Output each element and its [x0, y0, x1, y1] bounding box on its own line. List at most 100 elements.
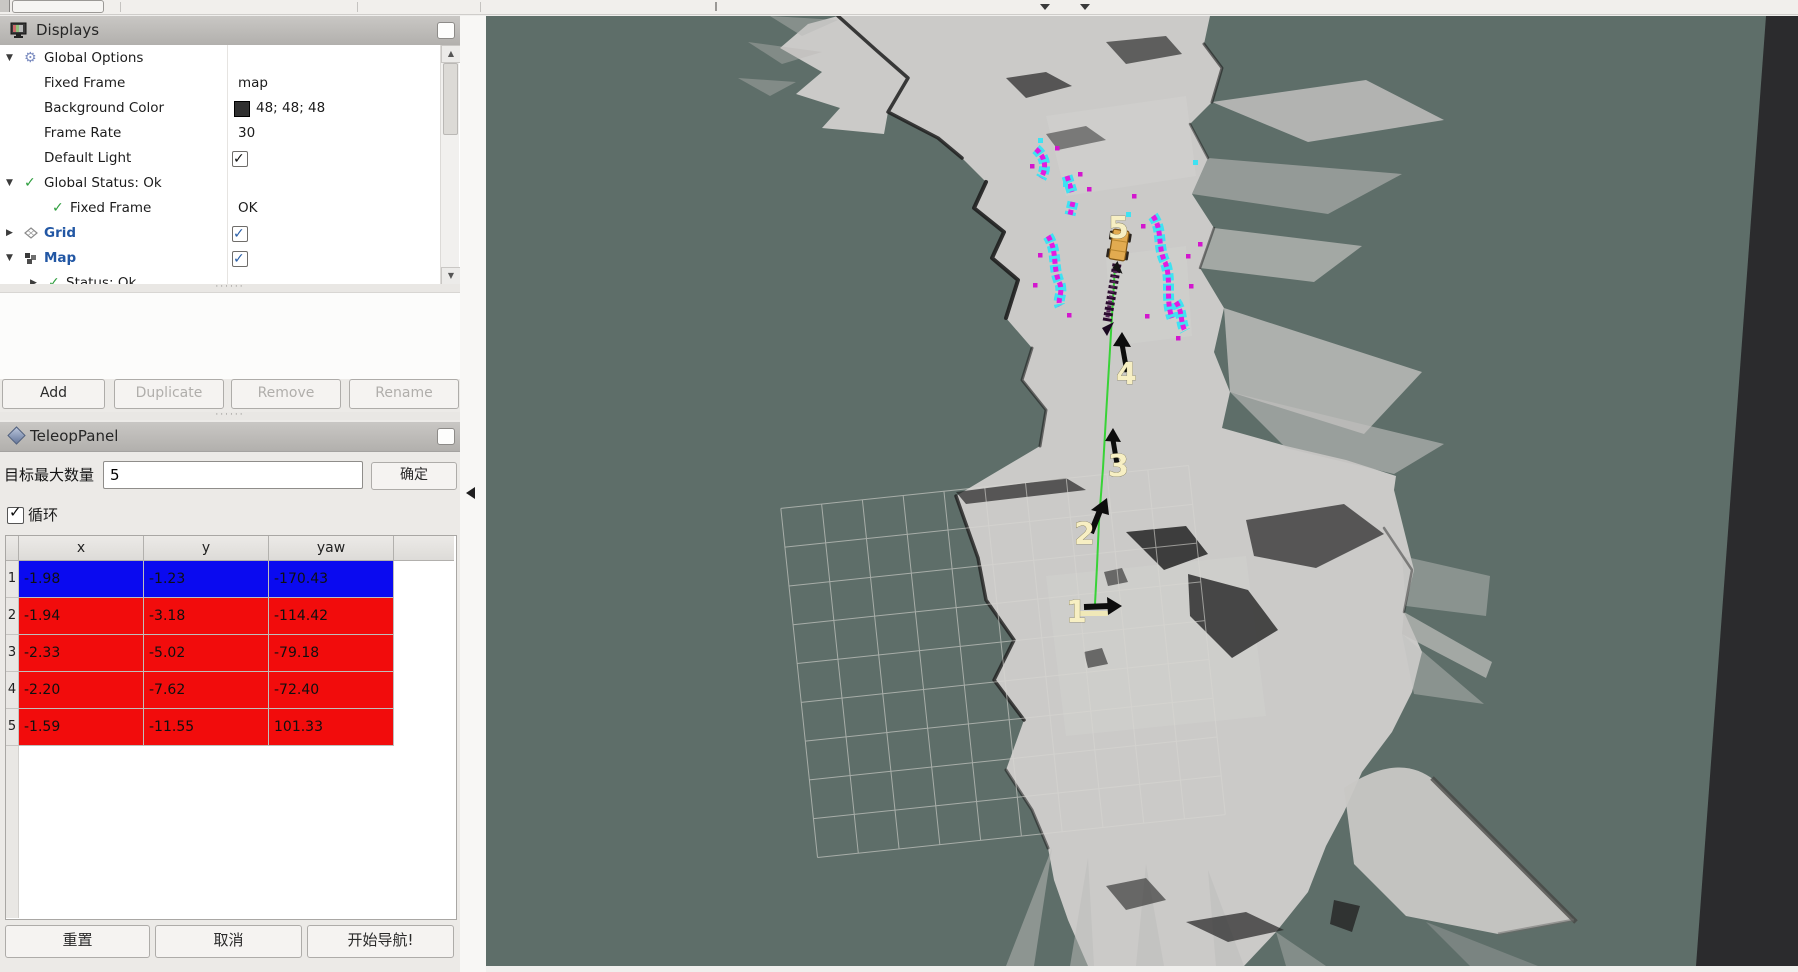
row-number[interactable]: 2 — [6, 598, 19, 635]
expand-arrow-icon[interactable]: ▼ — [6, 246, 13, 271]
gear-icon: ⚙ — [24, 46, 37, 71]
cell-yaw[interactable]: -170.43 — [269, 561, 394, 598]
loop-checkbox[interactable]: ✓ — [7, 507, 24, 524]
toolbar-separator — [480, 2, 481, 12]
tree-row-label: Frame Rate — [44, 121, 121, 146]
background-color-value[interactable]: 48; 48; 48 — [256, 96, 325, 121]
tree-row-global-options[interactable]: ▼ ⚙ Global Options — [0, 46, 440, 71]
horizontal-splitter[interactable]: ······ — [0, 284, 460, 292]
table-corner-header — [6, 536, 19, 561]
loop-label: 循环 — [28, 504, 58, 526]
table-header-yaw[interactable]: yaw — [269, 536, 394, 561]
cell-yaw[interactable]: -79.18 — [269, 635, 394, 672]
map-display-icon — [24, 252, 38, 265]
scroll-down-icon[interactable]: ▼ — [441, 267, 460, 284]
map-3d-view[interactable]: 5 4 3 2 1 — [486, 16, 1798, 966]
tree-scrollbar[interactable]: ▲ ▼ — [440, 45, 459, 284]
tree-row-map[interactable]: ▼ Map ✓ — [0, 246, 440, 271]
add-button[interactable]: Add — [2, 379, 105, 409]
default-light-checkbox[interactable]: ✓ — [232, 151, 248, 167]
cell-y[interactable]: -1.23 — [144, 561, 269, 598]
toolbar-dropdown-caret[interactable] — [1040, 4, 1050, 10]
cancel-button[interactable]: 取消 — [155, 925, 302, 958]
waypoint-table[interactable]: x y yaw 1 -1.98 -1.23 -170.43 2 -1.94 -3… — [5, 535, 457, 920]
horizontal-splitter[interactable]: ······ — [0, 412, 460, 420]
table-header-x[interactable]: x — [19, 536, 144, 561]
row-number[interactable]: 3 — [6, 635, 19, 672]
scroll-up-icon[interactable]: ▲ — [441, 45, 460, 63]
max-goals-label: 目标最大数量 — [4, 460, 94, 490]
tree-row-frame-rate[interactable]: Frame Rate 30 — [0, 121, 440, 146]
cell-x[interactable]: -2.33 — [19, 635, 144, 672]
toolbar-icon-fragment[interactable] — [0, 0, 10, 12]
tree-row-label: Default Light — [44, 146, 131, 171]
teleop-float-button[interactable] — [437, 428, 455, 445]
tree-row-background-color[interactable]: Background Color 48; 48; 48 — [0, 96, 440, 121]
cell-y[interactable]: -3.18 — [144, 598, 269, 635]
cell-x[interactable]: -2.20 — [19, 672, 144, 709]
cell-y[interactable]: -7.62 — [144, 672, 269, 709]
displays-panel-header[interactable]: Displays — [0, 16, 460, 46]
toolbar-widget-fragment — [715, 2, 717, 11]
status-ok-check-icon: ✓ — [24, 171, 36, 196]
confirm-button[interactable]: 确定 — [371, 462, 457, 490]
scrollbar-thumb[interactable] — [443, 63, 458, 135]
tree-row-grid[interactable]: ▶ Grid ✓ — [0, 221, 440, 246]
displays-panel-title: Displays — [36, 16, 99, 45]
toolbar-tool-button[interactable] — [12, 0, 104, 13]
row-number[interactable]: 1 — [6, 561, 19, 598]
duplicate-button[interactable]: Duplicate — [114, 379, 224, 409]
tree-row-label: Background Color — [44, 96, 164, 121]
cell-yaw[interactable]: -114.42 — [269, 598, 394, 635]
frame-rate-value[interactable]: 30 — [238, 121, 255, 146]
table-header-y[interactable]: y — [144, 536, 269, 561]
tree-row-default-light[interactable]: Default Light ✓ — [0, 146, 440, 171]
displays-monitor-icon — [10, 22, 28, 39]
tree-row-fixed-frame[interactable]: Fixed Frame map — [0, 71, 440, 96]
expand-arrow-icon[interactable]: ▼ — [6, 171, 13, 196]
tree-row-label: Map — [44, 246, 76, 271]
reset-button[interactable]: 重置 — [5, 925, 150, 958]
waypoint-label-1: 1 — [1066, 595, 1087, 630]
color-swatch[interactable] — [234, 101, 250, 117]
waypoint-label-4: 4 — [1116, 357, 1137, 392]
cell-y[interactable]: -5.02 — [144, 635, 269, 672]
status-ok-check-icon: ✓ — [48, 271, 60, 284]
rename-button[interactable]: Rename — [349, 379, 459, 409]
cell-x[interactable]: -1.98 — [19, 561, 144, 598]
remove-button[interactable]: Remove — [231, 379, 341, 409]
collapsed-arrow-icon[interactable]: ▶ — [30, 271, 37, 284]
fixed-frame-value[interactable]: map — [238, 71, 268, 96]
collapsed-arrow-icon[interactable]: ▶ — [6, 221, 13, 246]
row-header-strip — [6, 746, 19, 918]
row-number[interactable]: 5 — [6, 709, 19, 746]
teleop-panel-title: TeleopPanel — [30, 422, 118, 451]
displays-property-tree[interactable]: ▼ ⚙ Global Options Fixed Frame map Backg… — [0, 45, 460, 284]
cell-yaw[interactable]: 101.33 — [269, 709, 394, 746]
toolbar — [0, 0, 1798, 15]
start-navigation-button[interactable]: 开始导航! — [307, 925, 454, 958]
teleop-panel-header[interactable]: TeleopPanel — [0, 422, 460, 452]
toolbar-separator — [357, 2, 358, 12]
toolbar-separator — [120, 2, 121, 12]
tree-row-label: Grid — [44, 221, 76, 246]
table-header-extra — [394, 536, 454, 561]
cell-yaw[interactable]: -72.40 — [269, 672, 394, 709]
grid-display-icon — [24, 227, 38, 240]
waypoint-label-3: 3 — [1108, 449, 1129, 484]
map-checkbox[interactable]: ✓ — [232, 251, 248, 267]
displays-float-button[interactable] — [437, 22, 455, 39]
tree-row-label: Status: Ok — [66, 271, 136, 284]
splitter-collapse-icon[interactable] — [466, 487, 475, 499]
cell-x[interactable]: -1.59 — [19, 709, 144, 746]
grid-checkbox[interactable]: ✓ — [232, 226, 248, 242]
cell-x[interactable]: -1.94 — [19, 598, 144, 635]
tree-row-global-status[interactable]: ▼ ✓ Global Status: Ok — [0, 171, 440, 196]
toolbar-dropdown-caret[interactable] — [1080, 4, 1090, 10]
cell-y[interactable]: -11.55 — [144, 709, 269, 746]
row-number[interactable]: 4 — [6, 672, 19, 709]
panel-splitter[interactable] — [460, 16, 486, 972]
expand-arrow-icon[interactable]: ▼ — [6, 46, 13, 71]
max-goals-input[interactable] — [103, 461, 363, 489]
tree-row-fixed-frame-status[interactable]: ✓ Fixed Frame OK — [0, 196, 440, 221]
